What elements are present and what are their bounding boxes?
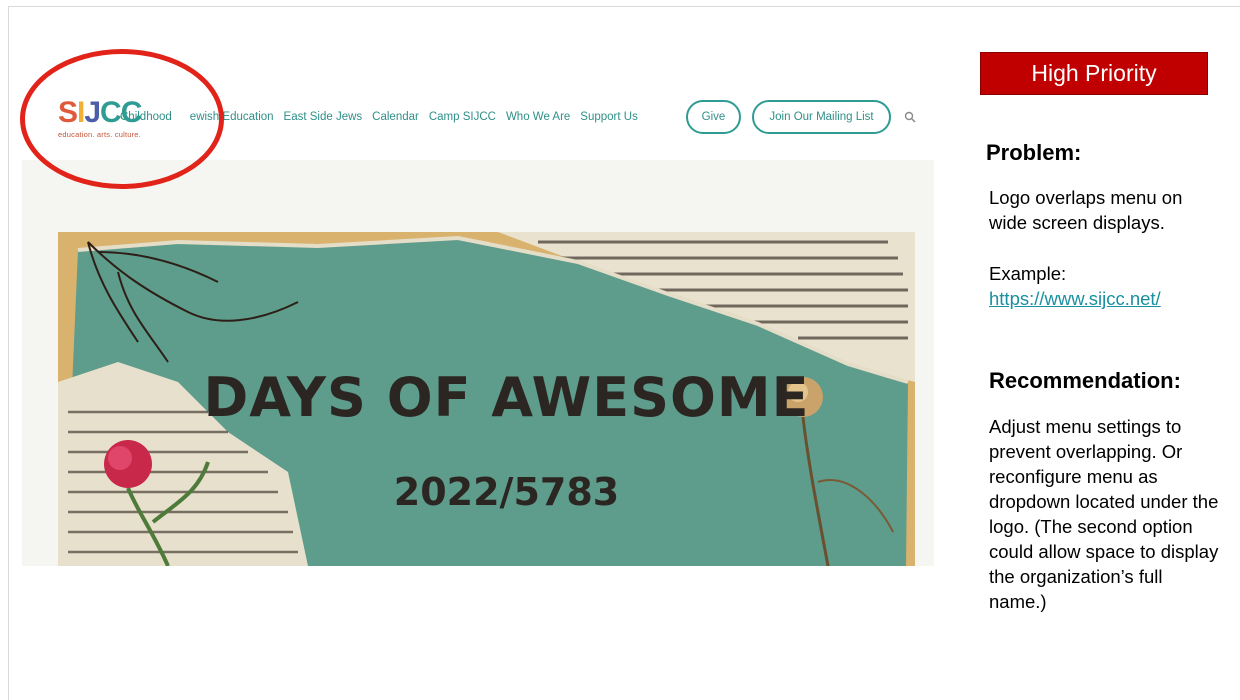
- mailing-list-button[interactable]: Join Our Mailing List: [752, 100, 891, 134]
- logo-tagline: education. arts. culture.: [58, 130, 141, 139]
- recommendation-heading: Recommendation:: [989, 368, 1181, 393]
- logo-letter: S: [58, 96, 78, 129]
- problem-text: Logo overlaps menu on wide screen displa…: [989, 187, 1183, 233]
- nav-item-who-we-are[interactable]: Who We Are: [506, 111, 570, 123]
- nav-item-calendar[interactable]: Calendar: [372, 111, 419, 123]
- example-label: Example:: [989, 263, 1067, 284]
- main-nav: Childhood ewish Education East Side Jews…: [120, 108, 648, 126]
- recommendation-text: Adjust menu settings to prevent overlapp…: [989, 416, 1219, 612]
- nav-item-east-side-jews[interactable]: East Side Jews: [284, 111, 363, 123]
- nav-item-camp-sijcc[interactable]: Camp SIJCC: [429, 111, 496, 123]
- site-logo[interactable]: SIJCC education. arts. culture.: [58, 98, 168, 142]
- banner-title: DAYS OF AWESOME: [203, 366, 810, 429]
- hero-banner: DAYS OF AWESOME 2022/5783: [58, 232, 915, 566]
- example-link[interactable]: https://www.sijcc.net/: [989, 286, 1161, 311]
- give-button[interactable]: Give: [686, 100, 741, 134]
- priority-badge: High Priority: [980, 52, 1208, 95]
- logo-letter: C: [100, 96, 122, 129]
- logo-letter: J: [84, 96, 101, 129]
- logo-letter: I: [77, 96, 85, 129]
- banner-year: 2022/5783: [393, 470, 620, 514]
- problem-heading: Problem:: [986, 140, 1082, 165]
- logo-letter: C: [120, 96, 143, 129]
- search-icon[interactable]: [904, 111, 916, 123]
- logo-wordmark: SIJCC: [58, 98, 168, 128]
- nav-item-jewish-education[interactable]: ewish Education: [190, 111, 274, 123]
- nav-item-support-us[interactable]: Support Us: [580, 111, 638, 123]
